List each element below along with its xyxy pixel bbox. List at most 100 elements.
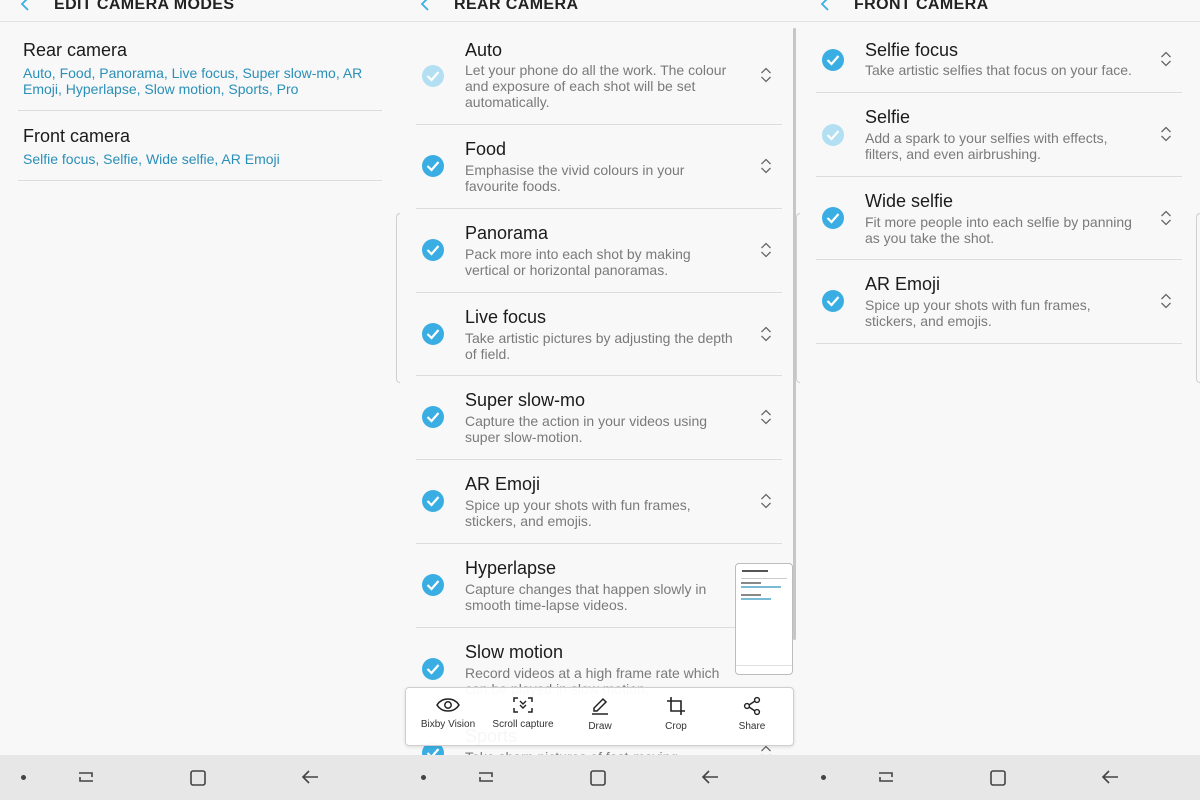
mode-title: Wide selfie xyxy=(865,191,954,211)
mode-description: Add a spark to your selfies with effects… xyxy=(865,130,1108,162)
mode-description: Fit more people into each selfie by pann… xyxy=(865,214,1132,246)
checkbox-icon[interactable] xyxy=(422,239,444,261)
header: REAR CAMERA xyxy=(400,0,800,22)
home-icon[interactable] xyxy=(988,768,1008,788)
mode-row-hyperlapse[interactable]: Hyperlapse Capture changes that happen sl… xyxy=(416,544,782,628)
eye-icon xyxy=(436,698,460,712)
mode-row-wide-selfie[interactable]: Wide selfie Fit more people into each sel… xyxy=(816,177,1182,260)
mode-description: Capture the action in your videos using … xyxy=(465,413,708,445)
reorder-icon[interactable] xyxy=(760,492,772,510)
crop-icon xyxy=(667,697,685,715)
checkbox-icon[interactable] xyxy=(822,207,844,229)
rear-camera-modes: Auto, Food, Panorama, Live focus, Super … xyxy=(23,65,363,97)
crop-button[interactable]: Crop xyxy=(638,696,714,732)
reorder-icon[interactable] xyxy=(760,408,772,426)
scroll-capture-button[interactable]: Scroll capture xyxy=(485,696,561,730)
mode-description: Take artistic selfies that focus on your… xyxy=(865,62,1132,78)
mode-title: Super slow-mo xyxy=(465,390,586,410)
checkbox-icon[interactable] xyxy=(422,574,444,596)
mode-title: Auto xyxy=(465,40,503,60)
mode-title: Selfie xyxy=(865,107,911,127)
mode-title: AR Emoji xyxy=(865,274,941,294)
reorder-icon[interactable] xyxy=(1160,209,1172,227)
mode-title: Selfie focus xyxy=(865,40,959,60)
mode-title: Slow motion xyxy=(465,642,564,662)
mode-row-ar-emoji[interactable]: AR Emoji Spice up your shots with fun fra… xyxy=(416,460,782,544)
mode-row-auto[interactable]: Auto Let your phone do all the work. The … xyxy=(416,40,782,125)
back-icon[interactable] xyxy=(300,768,320,786)
checkbox-icon[interactable] xyxy=(822,124,844,146)
back-arrow-icon[interactable] xyxy=(18,0,34,12)
home-icon[interactable] xyxy=(188,768,208,788)
edit-camera-modes-panel: EDIT CAMERA MODES Rear camera Auto, Food… xyxy=(0,0,400,800)
checkbox-icon[interactable] xyxy=(422,323,444,345)
reorder-icon[interactable] xyxy=(760,241,772,259)
dot-icon[interactable] xyxy=(421,775,426,780)
rear-camera-panel: REAR CAMERA Auto Let your phone do all th… xyxy=(400,0,800,800)
mode-description: Emphasise the vivid colours in your favo… xyxy=(465,162,685,194)
scroll-capture-icon xyxy=(513,697,533,713)
mode-description: Spice up your shots with fun frames, sti… xyxy=(465,497,691,529)
navigation-bar xyxy=(0,755,400,800)
mode-row-selfie[interactable]: Selfie Add a spark to your selfies with e… xyxy=(816,93,1182,177)
page-title: REAR CAMERA xyxy=(454,0,579,13)
mode-row-panorama[interactable]: Panorama Pack more into each shot by maki… xyxy=(416,209,782,293)
mode-description: Pack more into each shot by making verti… xyxy=(465,246,691,278)
reorder-icon[interactable] xyxy=(760,325,772,343)
back-arrow-icon[interactable] xyxy=(418,0,434,12)
home-icon[interactable] xyxy=(588,768,608,788)
mode-title: AR Emoji xyxy=(465,474,541,494)
mode-row-super-slow-mo[interactable]: Super slow-mo Capture the action in your … xyxy=(416,376,782,460)
back-icon[interactable] xyxy=(700,768,720,786)
screenshot-thumbnail[interactable] xyxy=(735,563,793,675)
checkbox-icon[interactable] xyxy=(422,65,444,87)
back-arrow-icon[interactable] xyxy=(818,0,834,12)
reorder-icon[interactable] xyxy=(760,157,772,175)
reorder-icon[interactable] xyxy=(760,66,772,84)
rear-camera-item[interactable]: Rear camera Auto, Food, Panorama, Live f… xyxy=(18,40,382,111)
checkbox-icon[interactable] xyxy=(822,49,844,71)
mode-description: Let your phone do all the work. The colo… xyxy=(465,62,727,110)
checkbox-icon[interactable] xyxy=(422,658,444,680)
mode-description: Capture changes that happen slowly in sm… xyxy=(465,581,707,613)
checkbox-icon[interactable] xyxy=(422,155,444,177)
mode-title: Live focus xyxy=(465,307,547,327)
dot-icon[interactable] xyxy=(821,775,826,780)
front-camera-item[interactable]: Front camera Selfie focus, Selfie, Wide … xyxy=(18,126,382,181)
navigation-bar xyxy=(800,755,1200,800)
bixby-vision-button[interactable]: Bixby Vision xyxy=(410,696,486,730)
header: FRONT CAMERA xyxy=(800,0,1200,22)
checkbox-icon[interactable] xyxy=(822,290,844,312)
front-camera-label: Front camera xyxy=(23,126,131,146)
pen-icon xyxy=(592,697,608,715)
header: EDIT CAMERA MODES xyxy=(0,0,400,22)
mode-title: Hyperlapse xyxy=(465,558,557,578)
mode-row-selfie-focus[interactable]: Selfie focus Take artistic selfies that f… xyxy=(816,40,1182,93)
mode-row-live-focus[interactable]: Live focus Take artistic pictures by adju… xyxy=(416,293,782,376)
page-title: FRONT CAMERA xyxy=(854,0,989,13)
reorder-icon[interactable] xyxy=(1160,125,1172,143)
mode-title: Food xyxy=(465,139,507,159)
reorder-icon[interactable] xyxy=(1160,292,1172,310)
recents-icon[interactable] xyxy=(876,768,896,786)
checkbox-icon[interactable] xyxy=(422,406,444,428)
dot-icon[interactable] xyxy=(21,775,26,780)
navigation-bar xyxy=(400,755,800,800)
front-camera-panel: FRONT CAMERA Selfie focus Take artistic s… xyxy=(800,0,1200,800)
edge-handle[interactable] xyxy=(1196,213,1200,383)
recents-icon[interactable] xyxy=(76,768,96,786)
checkbox-icon[interactable] xyxy=(422,490,444,512)
smart-capture-toolbar: Bixby Vision Scroll capture Draw Crop Sh… xyxy=(405,687,794,746)
share-button[interactable]: Share xyxy=(714,696,790,732)
mode-description: Spice up your shots with fun frames, sti… xyxy=(865,297,1091,329)
recents-icon[interactable] xyxy=(476,768,496,786)
mode-title: Panorama xyxy=(465,223,549,243)
draw-button[interactable]: Draw xyxy=(562,696,638,732)
back-icon[interactable] xyxy=(1100,768,1120,786)
front-camera-modes: Selfie focus, Selfie, Wide selfie, AR Em… xyxy=(23,151,280,167)
mode-row-food[interactable]: Food Emphasise the vivid colours in your … xyxy=(416,125,782,209)
rear-camera-label: Rear camera xyxy=(23,40,128,60)
mode-row-ar-emoji[interactable]: AR Emoji Spice up your shots with fun fra… xyxy=(816,260,1182,344)
page-title: EDIT CAMERA MODES xyxy=(54,0,235,13)
reorder-icon[interactable] xyxy=(1160,50,1172,68)
